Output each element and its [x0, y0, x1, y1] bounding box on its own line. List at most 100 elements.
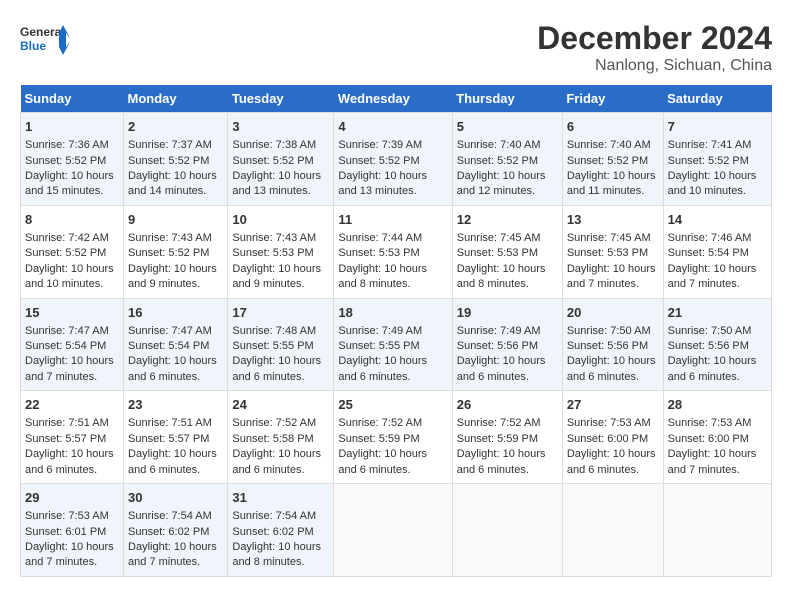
day-number: 14	[668, 211, 767, 229]
sunset-text: Sunset: 5:53 PM	[457, 247, 538, 259]
calendar-cell: 2Sunrise: 7:37 AMSunset: 5:52 PMDaylight…	[124, 113, 228, 206]
day-number: 27	[567, 396, 659, 414]
calendar-cell: 8 Sunrise: 7:42 AM Sunset: 5:52 PM Daylight…	[21, 205, 124, 298]
sunrise-text: Sunrise: 7:51 AM	[128, 417, 212, 429]
sunrise-text: Sunrise: 7:42 AM	[25, 232, 109, 244]
svg-text:General: General	[20, 25, 65, 39]
svg-text:Blue: Blue	[20, 39, 46, 53]
sunset-text: Sunset: 5:54 PM	[128, 340, 209, 352]
calendar-week-row: 15Sunrise: 7:47 AMSunset: 5:54 PMDayligh…	[21, 298, 772, 391]
sunrise-text: Sunrise: 7:47 AM	[25, 325, 109, 337]
day-number: 16	[128, 304, 223, 322]
sunset-text: Sunset: 5:52 PM	[128, 155, 209, 167]
sunset-text: Sunset: 5:52 PM	[25, 247, 106, 259]
day-number: 11	[338, 211, 447, 229]
calendar-cell: 28Sunrise: 7:53 AMSunset: 6:00 PMDayligh…	[663, 391, 771, 484]
sunrise-text: Sunrise: 7:46 AM	[668, 232, 752, 244]
sunset-text: Sunset: 6:00 PM	[567, 433, 648, 445]
sunrise-text: Sunrise: 7:41 AM	[668, 139, 752, 151]
day-number: 6	[567, 118, 659, 136]
header-sunday: Sunday	[21, 85, 124, 113]
sunset-text: Sunset: 5:56 PM	[668, 340, 749, 352]
sunset-text: Sunset: 5:53 PM	[338, 247, 419, 259]
day-number: 5	[457, 118, 558, 136]
sunrise-text: Sunrise: 7:53 AM	[668, 417, 752, 429]
sunrise-text: Sunrise: 7:40 AM	[567, 139, 651, 151]
calendar-cell: 23Sunrise: 7:51 AMSunset: 5:57 PMDayligh…	[124, 391, 228, 484]
sunset-text: Sunset: 5:53 PM	[232, 247, 313, 259]
daylight-text: Daylight: 10 hours and 6 minutes.	[128, 448, 217, 475]
daylight-text: Daylight: 10 hours and 6 minutes.	[338, 448, 427, 475]
calendar-week-row: 29Sunrise: 7:53 AMSunset: 6:01 PMDayligh…	[21, 484, 772, 577]
calendar-cell: 20Sunrise: 7:50 AMSunset: 5:56 PMDayligh…	[562, 298, 663, 391]
calendar-cell: 29Sunrise: 7:53 AMSunset: 6:01 PMDayligh…	[21, 484, 124, 577]
calendar-cell: 4Sunrise: 7:39 AMSunset: 5:52 PMDaylight…	[334, 113, 452, 206]
sunrise-text: Sunrise: 7:36 AM	[25, 139, 109, 151]
daylight-text: Daylight: 10 hours and 7 minutes.	[567, 263, 656, 290]
sunrise-text: Sunrise: 7:39 AM	[338, 139, 422, 151]
daylight-text: Daylight: 10 hours and 6 minutes.	[567, 448, 656, 475]
daylight-text: Daylight: 10 hours and 9 minutes.	[128, 263, 217, 290]
sunrise-text: Sunrise: 7:40 AM	[457, 139, 541, 151]
day-number: 21	[668, 304, 767, 322]
day-number: 26	[457, 396, 558, 414]
day-number: 4	[338, 118, 447, 136]
sunrise-text: Sunrise: 7:54 AM	[128, 510, 212, 522]
header-thursday: Thursday	[452, 85, 562, 113]
sunrise-text: Sunrise: 7:52 AM	[457, 417, 541, 429]
logo-svg: General Blue	[20, 20, 70, 60]
calendar-week-row: 22Sunrise: 7:51 AMSunset: 5:57 PMDayligh…	[21, 391, 772, 484]
calendar-cell: 31Sunrise: 7:54 AMSunset: 6:02 PMDayligh…	[228, 484, 334, 577]
sunrise-text: Sunrise: 7:52 AM	[338, 417, 422, 429]
day-number: 20	[567, 304, 659, 322]
sunrise-text: Sunrise: 7:51 AM	[25, 417, 109, 429]
page-subtitle: Nanlong, Sichuan, China	[537, 57, 772, 75]
header-wednesday: Wednesday	[334, 85, 452, 113]
day-number: 28	[668, 396, 767, 414]
day-number: 17	[232, 304, 329, 322]
calendar-cell: 25Sunrise: 7:52 AMSunset: 5:59 PMDayligh…	[334, 391, 452, 484]
calendar-cell: 6Sunrise: 7:40 AMSunset: 5:52 PMDaylight…	[562, 113, 663, 206]
daylight-text: Daylight: 10 hours and 8 minutes.	[232, 541, 321, 568]
daylight-text: Daylight: 10 hours and 15 minutes.	[25, 170, 114, 197]
day-number: 7	[668, 118, 767, 136]
day-number: 8	[25, 211, 119, 229]
daylight-text: Daylight: 10 hours and 13 minutes.	[232, 170, 321, 197]
daylight-text: Daylight: 10 hours and 6 minutes.	[567, 355, 656, 382]
sunrise-text: Sunrise: 7:49 AM	[457, 325, 541, 337]
daylight-text: Daylight: 10 hours and 7 minutes.	[128, 541, 217, 568]
calendar-cell: 13Sunrise: 7:45 AMSunset: 5:53 PMDayligh…	[562, 205, 663, 298]
daylight-text: Daylight: 10 hours and 12 minutes.	[457, 170, 546, 197]
sunrise-text: Sunrise: 7:44 AM	[338, 232, 422, 244]
daylight-text: Daylight: 10 hours and 6 minutes.	[338, 355, 427, 382]
daylight-text: Daylight: 10 hours and 7 minutes.	[25, 541, 114, 568]
daylight-text: Daylight: 10 hours and 10 minutes.	[25, 263, 114, 290]
header-row: Sunday Monday Tuesday Wednesday Thursday…	[21, 85, 772, 113]
calendar-cell: 18Sunrise: 7:49 AMSunset: 5:55 PMDayligh…	[334, 298, 452, 391]
day-number: 10	[232, 211, 329, 229]
day-number: 23	[128, 396, 223, 414]
calendar-cell: 7Sunrise: 7:41 AMSunset: 5:52 PMDaylight…	[663, 113, 771, 206]
calendar-cell: 19Sunrise: 7:49 AMSunset: 5:56 PMDayligh…	[452, 298, 562, 391]
sunrise-text: Sunrise: 7:49 AM	[338, 325, 422, 337]
sunset-text: Sunset: 5:54 PM	[25, 340, 106, 352]
daylight-text: Daylight: 10 hours and 9 minutes.	[232, 263, 321, 290]
sunset-text: Sunset: 5:59 PM	[457, 433, 538, 445]
day-number: 31	[232, 489, 329, 507]
day-number: 9	[128, 211, 223, 229]
sunrise-text: Sunrise: 7:37 AM	[128, 139, 212, 151]
day-number: 30	[128, 489, 223, 507]
page-header: General Blue December 2024 Nanlong, Sich…	[20, 20, 772, 75]
calendar-cell: 14Sunrise: 7:46 AMSunset: 5:54 PMDayligh…	[663, 205, 771, 298]
calendar-cell: 16Sunrise: 7:47 AMSunset: 5:54 PMDayligh…	[124, 298, 228, 391]
sunset-text: Sunset: 5:52 PM	[128, 247, 209, 259]
calendar-cell: 27Sunrise: 7:53 AMSunset: 6:00 PMDayligh…	[562, 391, 663, 484]
daylight-text: Daylight: 10 hours and 6 minutes.	[128, 355, 217, 382]
sunrise-text: Sunrise: 7:45 AM	[457, 232, 541, 244]
day-number: 25	[338, 396, 447, 414]
calendar-cell: 10Sunrise: 7:43 AMSunset: 5:53 PMDayligh…	[228, 205, 334, 298]
day-number: 1	[25, 118, 119, 136]
sunset-text: Sunset: 5:52 PM	[567, 155, 648, 167]
calendar-cell: 24Sunrise: 7:52 AMSunset: 5:58 PMDayligh…	[228, 391, 334, 484]
sunrise-text: Sunrise: 7:52 AM	[232, 417, 316, 429]
